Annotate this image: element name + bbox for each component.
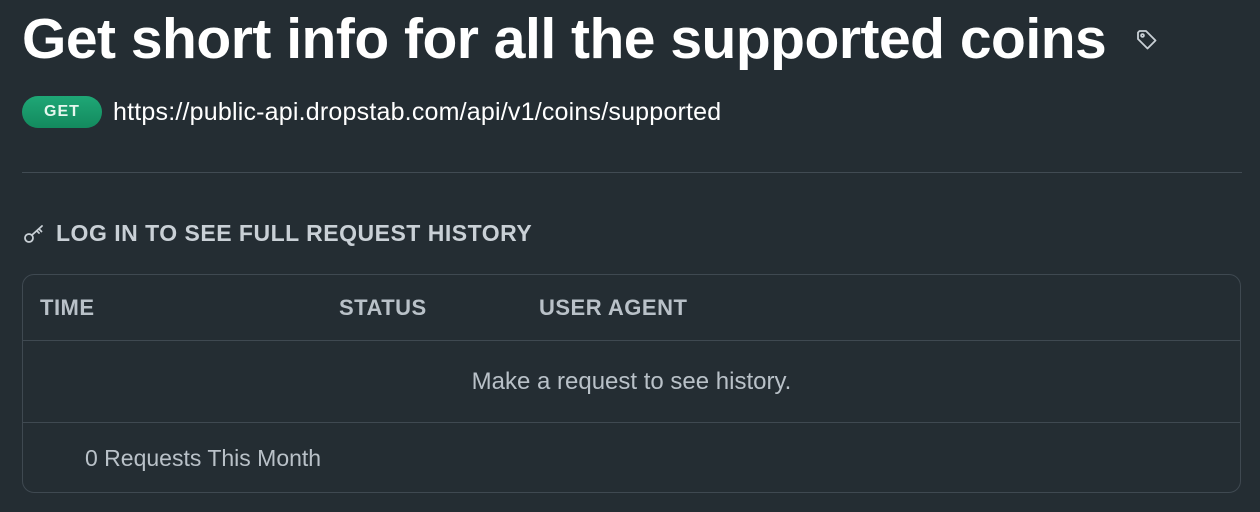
request-history-heading: LOG IN TO SEE FULL REQUEST HISTORY bbox=[56, 220, 533, 246]
page-title: Get short info for all the supported coi… bbox=[22, 7, 1107, 71]
column-header-user-agent: USER AGENT bbox=[539, 295, 688, 320]
api-endpoint-page: Get short info for all the supported coi… bbox=[0, 0, 1260, 512]
title-row: Get short info for all the supported coi… bbox=[22, 4, 1160, 74]
key-icon bbox=[22, 222, 46, 246]
request-history-table: TIME STATUS USER AGENT Make a request to… bbox=[22, 274, 1241, 493]
http-method-badge: GET bbox=[22, 96, 102, 128]
tag-icon[interactable] bbox=[1134, 27, 1160, 53]
request-history-login-link[interactable]: LOG IN TO SEE FULL REQUEST HISTORY bbox=[22, 220, 532, 247]
empty-history-message: Make a request to see history. bbox=[23, 341, 1240, 423]
section-divider bbox=[22, 172, 1242, 173]
column-header-status: STATUS bbox=[339, 295, 427, 320]
requests-this-month: 0 Requests This Month bbox=[85, 445, 322, 471]
column-header-time: TIME bbox=[40, 295, 95, 320]
endpoint-row: GET https://public-api.dropstab.com/api/… bbox=[22, 96, 721, 128]
table-header: TIME STATUS USER AGENT bbox=[23, 275, 1240, 341]
endpoint-url: https://public-api.dropstab.com/api/v1/c… bbox=[113, 97, 722, 126]
